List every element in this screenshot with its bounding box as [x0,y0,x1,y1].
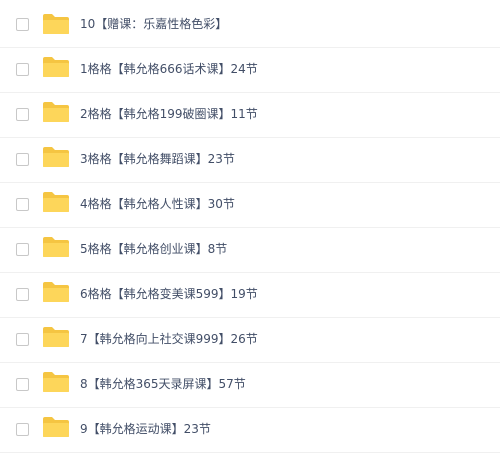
list-item[interactable]: 1格格【韩允格666话术课】24节 [0,48,500,93]
file-list: 10【赠课：乐嘉性格色彩】 1格格【韩允格666话术课】24节 2格格【韩允格1… [0,0,500,453]
folder-icon[interactable] [42,281,70,303]
file-name[interactable]: 5格格【韩允格创业课】8节 [80,241,227,257]
file-name[interactable]: 7【韩允格向上社交课999】26节 [80,331,258,347]
folder-icon[interactable] [42,236,70,258]
folder-icon[interactable] [42,326,70,348]
file-name[interactable]: 3格格【韩允格舞蹈课】23节 [80,151,235,167]
list-item[interactable]: 10【赠课：乐嘉性格色彩】 [0,0,500,48]
list-item[interactable]: 2格格【韩允格199破圈课】11节 [0,93,500,138]
select-checkbox[interactable] [16,243,29,256]
folder-icon[interactable] [42,416,70,438]
folder-icon[interactable] [42,191,70,213]
list-item[interactable]: 9【韩允格运动课】23节 [0,408,500,453]
file-name[interactable]: 2格格【韩允格199破圈课】11节 [80,106,258,122]
file-name[interactable]: 9【韩允格运动课】23节 [80,421,211,437]
list-item[interactable]: 5格格【韩允格创业课】8节 [0,228,500,273]
folder-icon[interactable] [42,371,70,393]
folder-icon[interactable] [42,146,70,168]
select-checkbox[interactable] [16,108,29,121]
file-name[interactable]: 4格格【韩允格人性课】30节 [80,196,235,212]
select-checkbox[interactable] [16,63,29,76]
list-item[interactable]: 3格格【韩允格舞蹈课】23节 [0,138,500,183]
list-item[interactable]: 6格格【韩允格变美课599】19节 [0,273,500,318]
list-item[interactable]: 8【韩允格365天录屏课】57节 [0,363,500,408]
folder-icon[interactable] [42,101,70,123]
file-name[interactable]: 10【赠课：乐嘉性格色彩】 [80,16,227,32]
file-name[interactable]: 8【韩允格365天录屏课】57节 [80,376,246,392]
select-checkbox[interactable] [16,423,29,436]
file-name[interactable]: 6格格【韩允格变美课599】19节 [80,286,258,302]
select-checkbox[interactable] [16,153,29,166]
select-checkbox[interactable] [16,288,29,301]
folder-icon[interactable] [42,56,70,78]
select-checkbox[interactable] [16,378,29,391]
select-checkbox[interactable] [16,18,29,31]
folder-icon[interactable] [42,13,70,35]
list-item[interactable]: 7【韩允格向上社交课999】26节 [0,318,500,363]
list-item[interactable]: 4格格【韩允格人性课】30节 [0,183,500,228]
select-checkbox[interactable] [16,198,29,211]
select-checkbox[interactable] [16,333,29,346]
file-name[interactable]: 1格格【韩允格666话术课】24节 [80,61,258,77]
